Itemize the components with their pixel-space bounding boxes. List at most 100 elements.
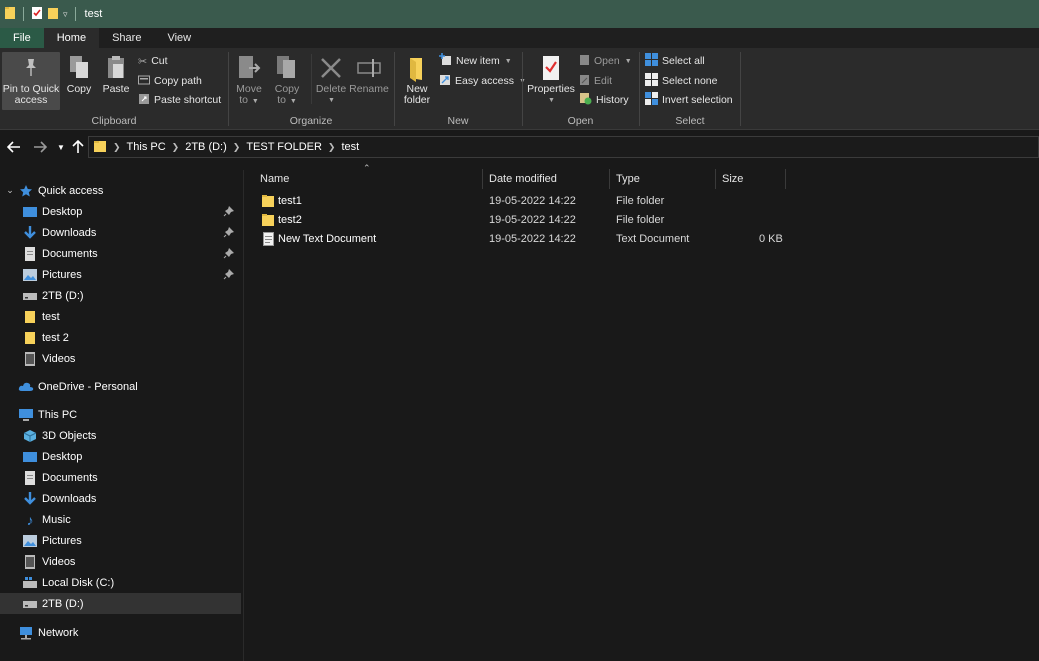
select-group: Select all Select none Invert selection … [640,48,740,130]
easy-access-label: Easy access [455,75,514,87]
invert-selection-button[interactable]: Invert selection [645,92,733,108]
copy-to-icon [272,52,302,84]
column-header-size[interactable]: Size [716,169,786,189]
sidebar-item-label: test [42,310,60,323]
breadcrumb-separator: ❯ [327,141,336,152]
forward-arrow-icon[interactable] [32,139,48,155]
tab-file[interactable]: File [0,28,44,48]
sidebar-item-pc-videos[interactable]: Videos [0,551,241,572]
delete-dropdown-caret: ▼ [328,97,335,104]
breadcrumb-drive-d[interactable]: 2TB (D:) [185,141,227,153]
sidebar-item-label: Pictures [42,534,82,547]
sidebar-item-pictures[interactable]: Pictures [0,264,241,285]
sidebar-item-desktop[interactable]: Desktop [0,201,241,222]
copy-path-button[interactable]: Copy path [138,73,202,89]
pin-icon[interactable] [223,268,235,280]
network-icon [18,625,34,641]
rename-button[interactable]: Rename [349,52,389,95]
file-type: File folder [616,214,665,226]
sidebar-item-pc-pictures[interactable]: Pictures [0,530,241,551]
sidebar-item-music[interactable]: ♪ Music [0,509,241,530]
file-list: ⌃ Name Date modified Type Size test1 19-… [245,163,1039,661]
pin-icon[interactable] [223,226,235,238]
sidebar-item-test-2[interactable]: test 2 [0,327,241,348]
file-name: test1 [278,195,302,207]
address-bar[interactable]: ❯ This PC ❯ 2TB (D:) ❯ TEST FOLDER ❯ tes… [88,136,1039,158]
sidebar-item-pc-downloads[interactable]: Downloads [0,488,241,509]
sidebar-item-videos[interactable]: Videos [0,348,241,369]
sidebar-item-local-disk-c[interactable]: Local Disk (C:) [0,572,241,593]
tab-share[interactable]: Share [99,28,154,48]
sidebar-item-downloads[interactable]: Downloads [0,222,241,243]
new-folder-label-2: folder [403,94,431,106]
sidebar-item-pc-desktop[interactable]: Desktop [0,446,241,467]
move-to-button[interactable]: Move to ▼ [233,52,265,107]
edit-label: Edit [594,75,613,87]
sidebar-item-this-pc[interactable]: This PC [0,404,241,425]
sidebar-item-test[interactable]: test [0,306,241,327]
table-row[interactable]: New Text Document 19-05-2022 14:22 Text … [255,231,785,249]
chevron-down-icon[interactable]: ⌄ [4,185,16,196]
sidebar-item-quick-access[interactable]: ⌄ Quick access [0,180,241,201]
new-folder-icon[interactable] [47,6,59,23]
sidebar-item-onedrive[interactable]: OneDrive - Personal [0,376,241,397]
column-header-date-modified[interactable]: Date modified [483,169,610,189]
breadcrumb-test-folder[interactable]: TEST FOLDER [246,141,322,153]
ribbon-tabs: File Home Share View [0,28,1039,48]
sidebar-item-pc-documents[interactable]: Documents [0,467,241,488]
up-arrow-icon[interactable] [70,139,86,155]
easy-access-button[interactable]: Easy access ▼ [439,73,526,89]
cut-button[interactable]: ✂ Cut [138,53,168,69]
select-none-button[interactable]: Select none [645,73,717,89]
properties-icon[interactable] [31,6,43,23]
history-label: History [596,94,629,106]
select-group-label: Select [675,115,705,127]
paste-button[interactable]: Paste [100,52,132,95]
select-all-icon [645,53,658,69]
table-row[interactable]: test2 19-05-2022 14:22 File folder [255,212,785,230]
open-button[interactable]: Open ▼ [579,53,632,69]
folder-icon [4,6,16,23]
sidebar-item-3d-objects[interactable]: 3D Objects [0,425,241,446]
copy-button[interactable]: Copy [64,52,94,95]
sidebar-item-network[interactable]: Network [0,622,241,643]
table-row[interactable]: test1 19-05-2022 14:22 File folder [255,193,785,211]
pin-to-quick-access-button[interactable]: Pin to Quick access [2,52,60,110]
customize-dropdown-icon[interactable]: ▿ [63,9,68,20]
history-button[interactable]: History [579,92,629,108]
edit-button[interactable]: Edit [579,73,612,89]
paste-shortcut-button[interactable]: Paste shortcut [138,92,221,108]
back-arrow-icon[interactable] [6,139,22,155]
copy-path-icon [138,75,150,88]
sidebar-item-pc-drive-d[interactable]: 2TB (D:) [0,593,241,614]
copy-to-label-2: to ▼ [277,94,297,106]
new-folder-button[interactable]: New folder [399,52,435,106]
windows-drive-icon [22,575,38,591]
copy-to-button[interactable]: Copy to ▼ [271,52,303,107]
tab-view[interactable]: View [154,28,204,48]
column-header-name[interactable]: Name [254,169,483,189]
open-group-label: Open [567,115,594,127]
new-folder-big-icon [402,52,432,84]
recent-locations-chevron-icon[interactable]: ▼ [53,139,69,155]
delete-button[interactable]: Delete ▼ [315,52,347,106]
pin-icon[interactable] [223,247,235,259]
select-all-button[interactable]: Select all [645,53,705,69]
sidebar-item-documents[interactable]: Documents [0,243,241,264]
new-group: New folder New item ▼ Easy access ▼ New [395,48,526,130]
organize-group: Move to ▼ Copy to ▼ Delete ▼ Rename Orga… [229,48,393,130]
properties-label: Properties [527,83,575,95]
column-header-type[interactable]: Type [610,169,716,189]
ribbon-separator [740,52,741,126]
new-item-button[interactable]: New item ▼ [439,53,512,69]
sidebar-item-drive-d[interactable]: 2TB (D:) [0,285,241,306]
navigation-pane: ⌄ Quick access Desktop Downloads Documen… [0,170,244,661]
breadcrumb-test[interactable]: test [341,141,359,153]
pin-icon[interactable] [223,205,235,217]
properties-button[interactable]: Properties ▼ [527,52,575,106]
sidebar-item-label: OneDrive - Personal [38,380,138,393]
delete-label: Delete [315,83,347,95]
tab-home[interactable]: Home [43,28,100,48]
breadcrumb-this-pc[interactable]: This PC [127,141,166,153]
download-arrow-icon [22,225,38,241]
